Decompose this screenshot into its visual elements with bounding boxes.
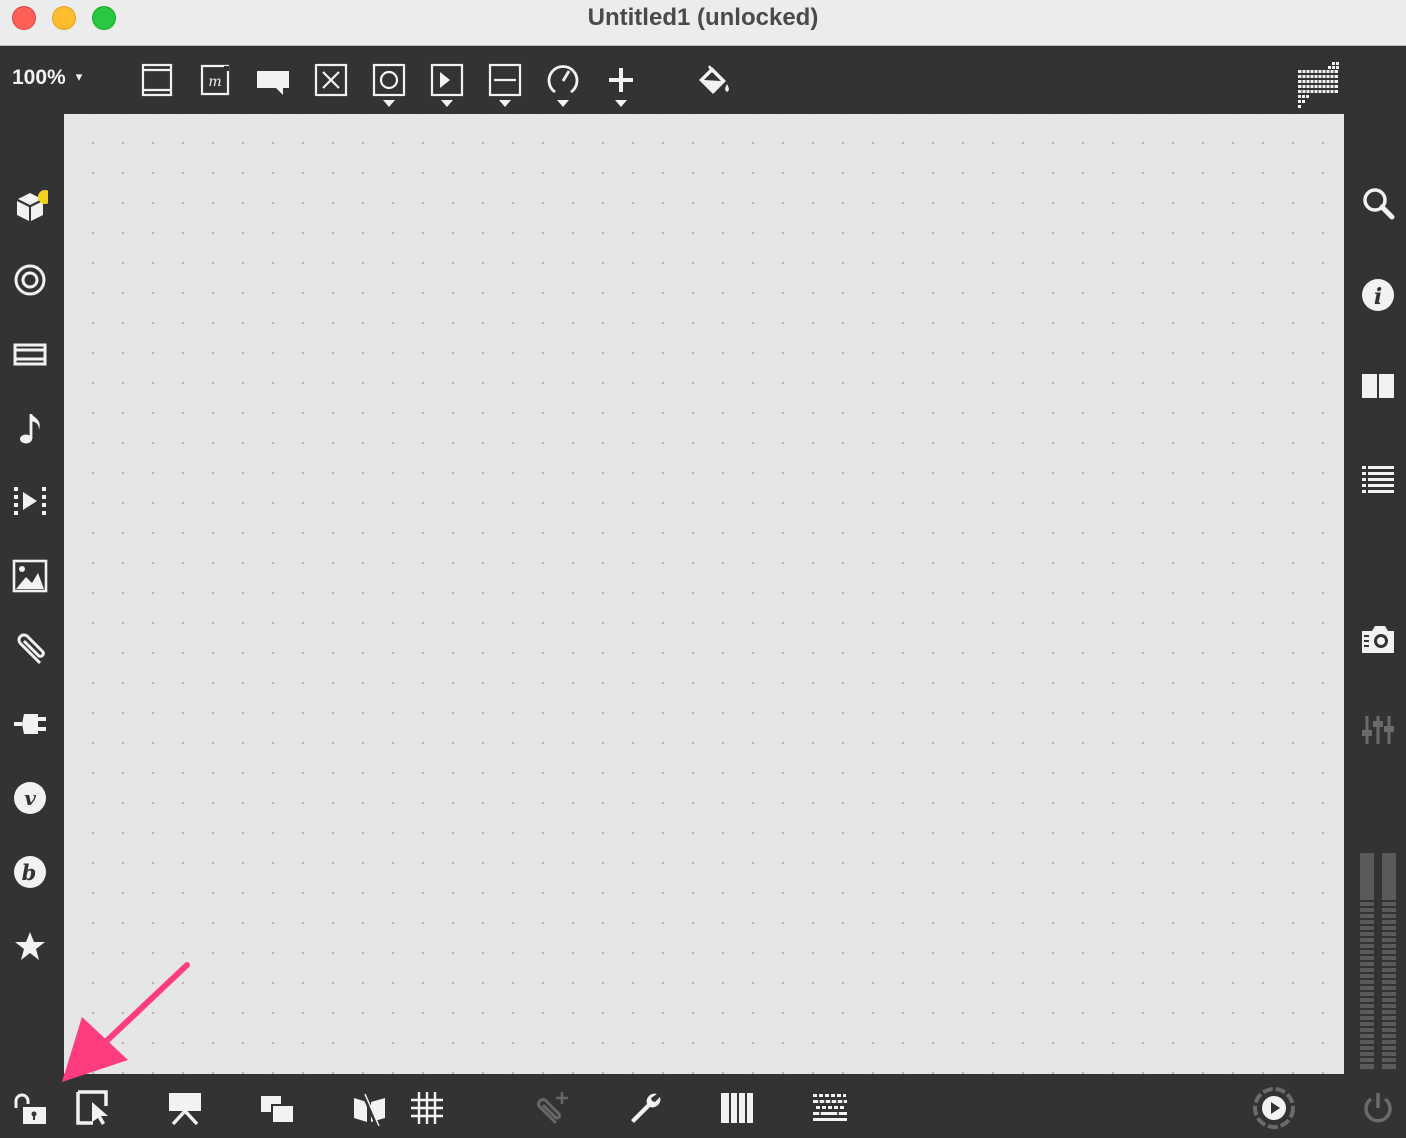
dial-icon[interactable] (545, 62, 581, 98)
button-dropdown-caret[interactable] (371, 96, 407, 110)
message-icon[interactable]: m (197, 62, 233, 98)
wrench-icon[interactable] (627, 1090, 663, 1126)
paperclip-add-icon[interactable] (534, 1090, 570, 1126)
search-icon[interactable] (1360, 186, 1396, 222)
vimeo-icon[interactable]: v (12, 780, 48, 816)
svg-text:v: v (24, 786, 36, 810)
star-icon[interactable] (12, 928, 48, 964)
more-objects-icon[interactable] (603, 62, 639, 98)
grid-snap-icon[interactable] (409, 1090, 445, 1126)
level-meter (1358, 853, 1398, 1069)
grid-icon[interactable] (1298, 62, 1342, 108)
patcher-canvas[interactable] (64, 114, 1344, 1074)
svg-text:m: m (208, 74, 221, 90)
projector-icon[interactable] (167, 1090, 203, 1126)
info-icon[interactable]: i (1360, 277, 1396, 313)
flag-icon[interactable] (351, 1090, 387, 1126)
dial-dropdown-caret[interactable] (545, 96, 581, 110)
more-objects-dropdown-caret[interactable] (603, 96, 639, 110)
play-circle-icon[interactable] (1250, 1084, 1298, 1132)
presentation-mode-icon[interactable] (75, 1090, 111, 1126)
keyboard-icon[interactable] (811, 1090, 847, 1126)
layers-icon[interactable] (259, 1090, 295, 1126)
b-icon[interactable]: b (12, 854, 48, 890)
comment-icon[interactable] (255, 62, 291, 98)
svg-text:i: i (1374, 284, 1382, 310)
slider-icon[interactable] (487, 62, 523, 98)
paperclip-icon[interactable] (12, 632, 48, 668)
split-view-icon[interactable] (1360, 368, 1396, 404)
list-icon[interactable] (1360, 460, 1396, 496)
slider-dropdown-caret[interactable] (487, 96, 523, 110)
button-icon[interactable] (371, 62, 407, 98)
bottom-toolbar (0, 1074, 1406, 1138)
zoom-caret: ▾ (75, 69, 83, 84)
window-title: Untitled1 (unlocked) (587, 4, 819, 31)
number-icon[interactable] (429, 62, 465, 98)
svg-text:b: b (22, 860, 37, 885)
camera-icon[interactable] (1360, 621, 1396, 657)
mixer-icon[interactable] (1360, 712, 1396, 748)
bpatcher-icon[interactable] (139, 62, 175, 98)
image-icon[interactable] (12, 558, 48, 594)
target-icon[interactable] (12, 262, 48, 298)
piano-icon[interactable] (719, 1090, 755, 1126)
zoom-label: 100% (12, 66, 66, 89)
lock-icon[interactable] (12, 1090, 48, 1126)
plug-icon[interactable] (12, 706, 48, 742)
paint-bucket-icon[interactable] (695, 62, 731, 98)
packages-icon[interactable] (12, 188, 48, 224)
power-icon[interactable] (1360, 1090, 1396, 1126)
film-icon[interactable] (12, 336, 48, 372)
music-note-icon[interactable] (12, 410, 48, 446)
media-play-icon[interactable] (12, 484, 48, 520)
title-bar: Untitled1 (unlocked) (0, 0, 1406, 46)
zoom-dropdown[interactable]: 100% ▾ (12, 66, 82, 90)
toggle-icon[interactable] (313, 62, 349, 98)
number-dropdown-caret[interactable] (429, 96, 465, 110)
